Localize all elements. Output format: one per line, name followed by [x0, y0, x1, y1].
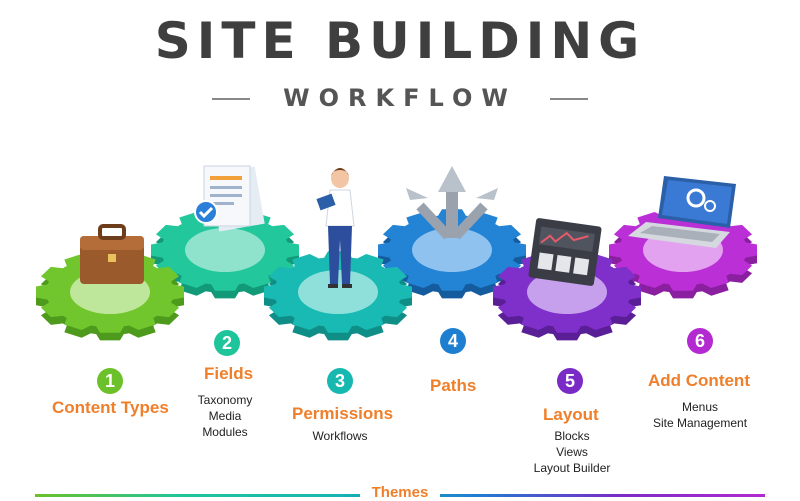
- step-3-item: Workflows: [312, 429, 368, 443]
- step-3-items: Workflows: [300, 428, 380, 444]
- step-2-title: Fields: [204, 364, 254, 383]
- themes-label: Themes: [360, 484, 440, 501]
- step-2-item: Taxonomy: [197, 393, 253, 407]
- step-4-number: 4: [440, 328, 466, 354]
- step-2-item: Media: [208, 409, 242, 423]
- step-6-title: Add Content: [648, 371, 750, 390]
- step-4-title: Paths: [430, 376, 477, 395]
- step-5-item: Layout Builder: [533, 461, 611, 475]
- step-2-items: Taxonomy Media Modules: [185, 392, 265, 440]
- step-6-item: Site Management: [652, 416, 748, 430]
- step-3-number: 3: [327, 368, 353, 394]
- step-5-number: 5: [557, 368, 583, 394]
- step-6-item: Menus: [681, 400, 719, 414]
- step-5-item: Blocks: [554, 429, 590, 443]
- step-5-items: Blocks Views Layout Builder: [527, 428, 617, 476]
- step-5-title: Layout: [543, 405, 599, 424]
- step-2-item: Modules: [202, 425, 248, 439]
- briefcase-icon: [80, 224, 144, 284]
- step-6-items: Menus Site Management: [650, 399, 750, 431]
- step-2-number: 2: [214, 330, 240, 356]
- step-3-title: Permissions: [292, 404, 394, 423]
- step-1-title: Content Types: [52, 398, 169, 417]
- laptop-icon: [628, 176, 736, 248]
- documents-icon: [194, 165, 265, 232]
- dashboard-icon: [528, 218, 602, 286]
- step-1-number: 1: [97, 368, 123, 394]
- step-5-item: Views: [556, 445, 588, 459]
- step-6-number: 6: [687, 328, 713, 354]
